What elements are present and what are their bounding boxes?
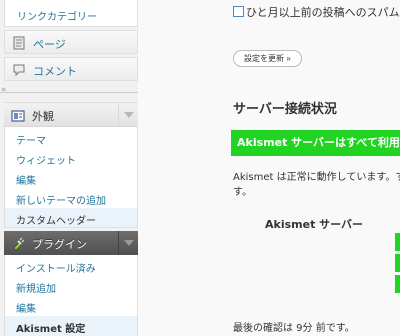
sidebar-subitem-installed-plugins[interactable]: インストール済み bbox=[16, 260, 96, 275]
collapse-divider bbox=[0, 92, 138, 93]
server-status-banner: Akismet サーバーはすべて利用 bbox=[231, 130, 400, 156]
main-content: ひと月以上前の投稿へのスパムコ 設定を更新 » サーバー接続状況 Akismet… bbox=[138, 0, 400, 336]
sidebar-subitem-link-categories[interactable]: リンクカテゴリー bbox=[17, 8, 97, 23]
double-chevron-left-icon[interactable]: « bbox=[1, 85, 7, 95]
last-check-time: 最後の確認は 9分 前です。 bbox=[233, 323, 355, 334]
server-status-indicator bbox=[395, 233, 400, 251]
old-posts-spam-option: ひと月以上前の投稿へのスパムコ bbox=[233, 4, 400, 20]
appearance-icon bbox=[11, 108, 25, 122]
status-message-line-2: す。 bbox=[233, 187, 252, 198]
sidebar-subitem-add-plugin[interactable]: 新規追加 bbox=[16, 280, 56, 295]
sidebar-item-plugins-label: プラグイン bbox=[32, 238, 87, 251]
sidebar-subitem-plugin-editor[interactable]: 編集 bbox=[16, 300, 36, 315]
sidebar-item-pages[interactable]: ページ bbox=[4, 30, 138, 54]
sidebar-item-pages-label: ページ bbox=[33, 38, 66, 51]
status-message-line-1: Akismet は正常に動作しています。す bbox=[233, 172, 400, 183]
sidebar-item-plugins[interactable]: プラグイン bbox=[4, 231, 138, 255]
links-submenu: リンクカテゴリー bbox=[4, 0, 138, 27]
server-status-title: サーバー接続状況 bbox=[233, 102, 337, 117]
server-list-header: Akismet サーバー bbox=[265, 218, 364, 231]
plugin-icon bbox=[11, 236, 25, 251]
sidebar-subitem-akismet-settings[interactable]: Akismet 設定 bbox=[16, 320, 85, 335]
status-message: Akismet は正常に動作しています。す す。 bbox=[233, 170, 400, 200]
old-posts-spam-checkbox[interactable] bbox=[233, 6, 244, 17]
sidebar-item-appearance-label: 外観 bbox=[32, 110, 54, 123]
sidebar-subitem-custom-header[interactable]: カスタムヘッダー bbox=[16, 212, 96, 227]
update-settings-button[interactable]: 設定を更新 » bbox=[233, 50, 302, 67]
sidebar-subitem-theme-editor[interactable]: 編集 bbox=[16, 172, 36, 187]
server-status-indicator bbox=[395, 275, 400, 293]
old-posts-spam-label: ひと月以上前の投稿へのスパムコ bbox=[246, 6, 400, 19]
comment-icon bbox=[12, 62, 26, 77]
server-status-indicator bbox=[395, 254, 400, 272]
sidebar-item-comments[interactable]: コメント bbox=[4, 57, 138, 81]
sidebar-item-appearance[interactable]: 外観 bbox=[4, 103, 138, 127]
plugins-toggle-icon[interactable] bbox=[118, 231, 138, 255]
sidebar-item-comments-label: コメント bbox=[33, 65, 77, 78]
sidebar-subitem-add-theme[interactable]: 新しいテーマの追加 bbox=[16, 192, 106, 207]
page-icon bbox=[12, 35, 26, 50]
admin-sidebar: リンクカテゴリー ページ コメント « 外観 テーマ ウィジェット 編集 新しい… bbox=[0, 0, 138, 336]
appearance-toggle-icon[interactable] bbox=[118, 103, 138, 127]
sidebar-subitem-themes[interactable]: テーマ bbox=[16, 132, 46, 147]
sidebar-subitem-widgets[interactable]: ウィジェット bbox=[16, 152, 76, 167]
